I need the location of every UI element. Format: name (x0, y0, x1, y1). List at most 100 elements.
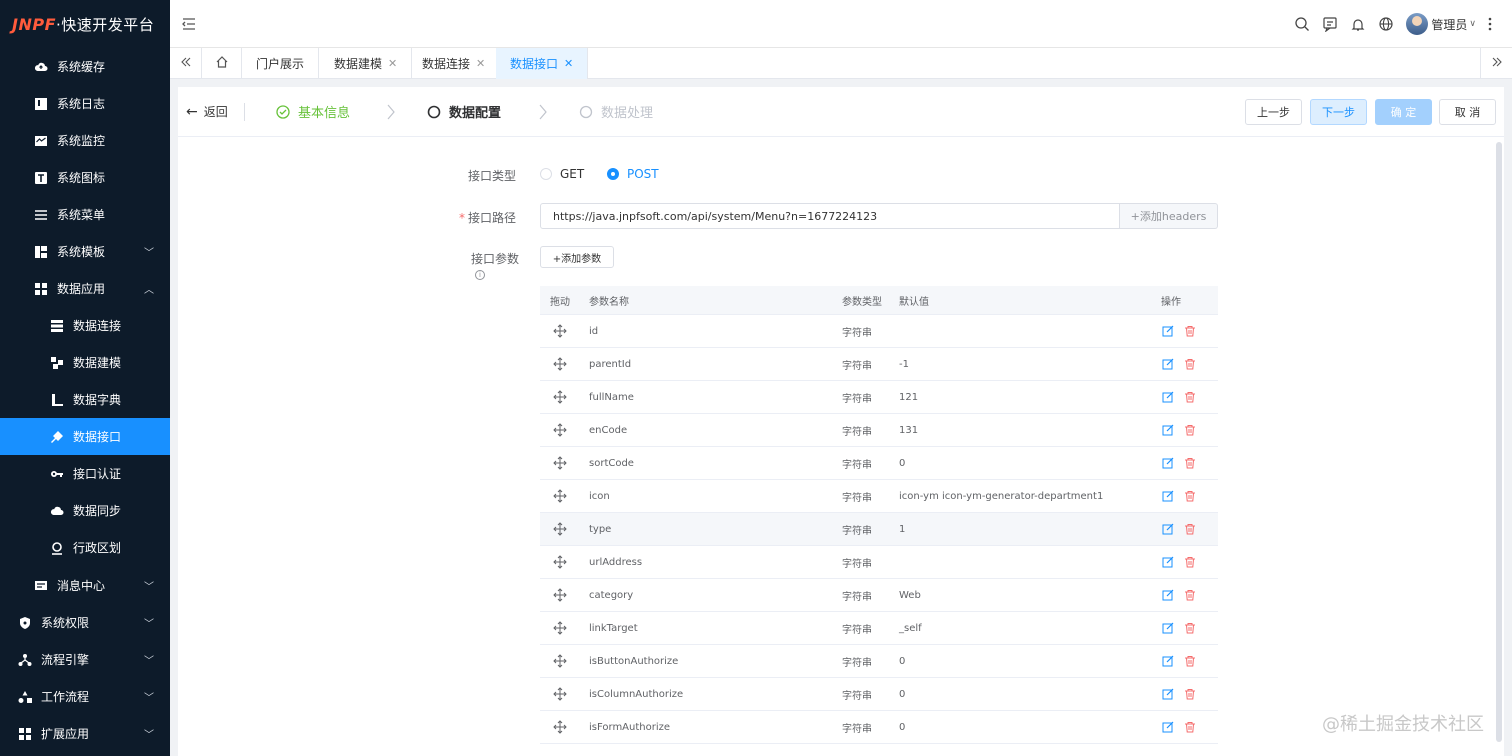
drag-handle-icon[interactable] (540, 390, 580, 404)
sidebar-item-system-template[interactable]: 系统模板 ﹀ (0, 233, 170, 270)
param-default: -1 (899, 358, 909, 370)
drag-handle-icon[interactable] (540, 654, 580, 668)
delete-icon[interactable] (1183, 423, 1197, 437)
back-button[interactable]: ← 返回 (186, 103, 228, 120)
delete-icon[interactable] (1183, 456, 1197, 470)
menu-fold-icon[interactable] (180, 15, 198, 33)
delete-icon[interactable] (1183, 687, 1197, 701)
sidebar-item-interface-auth[interactable]: 接口认证 (0, 455, 170, 492)
delete-icon[interactable] (1183, 555, 1197, 569)
row-actions (1161, 687, 1218, 701)
interface-path-input[interactable]: https://java.jnpfsoft.com/api/system/Men… (540, 203, 1120, 229)
sidebar-item-label: 系统日志 (57, 97, 106, 111)
delete-icon[interactable] (1183, 654, 1197, 668)
tabs-scroll-right-button[interactable] (1480, 48, 1512, 79)
drag-handle-icon[interactable] (540, 489, 580, 503)
tab-home[interactable] (202, 48, 242, 79)
app-logo[interactable]: JNPF ·快速开发平台 (0, 0, 170, 48)
drag-handle-icon[interactable] (540, 720, 580, 734)
edit-icon[interactable] (1161, 390, 1175, 404)
drag-handle-icon[interactable] (540, 687, 580, 701)
edit-icon[interactable] (1161, 687, 1175, 701)
delete-icon[interactable] (1183, 357, 1197, 371)
step-basic-info[interactable]: 基本信息 (276, 102, 350, 121)
sidebar-item-system-menu[interactable]: 系统菜单 (0, 196, 170, 233)
edit-icon[interactable] (1161, 456, 1175, 470)
add-headers-button[interactable]: +添加headers (1120, 203, 1218, 229)
radio-get[interactable]: GET (540, 167, 584, 181)
sidebar-item-system-icons[interactable]: 系统图标 (0, 159, 170, 196)
sidebar-item-flow-engine[interactable]: 流程引擎 ﹀ (0, 641, 170, 678)
step-data-processing[interactable]: 数据处理 (579, 102, 653, 121)
message-icon[interactable] (1316, 0, 1344, 48)
edit-icon[interactable] (1161, 720, 1175, 734)
close-icon[interactable]: ✕ (476, 57, 485, 70)
bell-icon[interactable] (1344, 0, 1372, 48)
sidebar-item-system-monitor[interactable]: 系统监控 (0, 122, 170, 159)
tabs-scroll-left-button[interactable] (170, 48, 202, 79)
sidebar-item-system-permissions[interactable]: 系统权限 ﹀ (0, 604, 170, 641)
sidebar-item-extensions[interactable]: 扩展应用 ﹀ (0, 715, 170, 752)
circle-icon (579, 105, 593, 119)
delete-icon[interactable] (1183, 522, 1197, 536)
chevron-right-icon (538, 103, 548, 121)
edit-icon[interactable] (1161, 324, 1175, 338)
avatar[interactable] (1406, 13, 1429, 35)
edit-icon[interactable] (1161, 654, 1175, 668)
delete-icon[interactable] (1183, 588, 1197, 602)
drag-handle-icon[interactable] (540, 324, 580, 338)
edit-icon[interactable] (1161, 555, 1175, 569)
logo-brand: JNPF (12, 14, 56, 34)
confirm-button[interactable]: 确 定 (1375, 99, 1432, 125)
sidebar-item-message-center[interactable]: 消息中心 ﹀ (0, 567, 170, 604)
sidebar-item-system-log[interactable]: 系统日志 (0, 85, 170, 122)
sidebar-item-label: 扩展应用 (41, 727, 90, 741)
edit-icon[interactable] (1161, 522, 1175, 536)
sidebar-item-data-modeling[interactable]: 数据建模 (0, 344, 170, 381)
cancel-button[interactable]: 取 消 (1439, 99, 1496, 125)
sidebar-item-data-apps[interactable]: 数据应用 ︿ (0, 270, 170, 307)
delete-icon[interactable] (1183, 324, 1197, 338)
delete-icon[interactable] (1183, 720, 1197, 734)
tab-data-interface[interactable]: 数据接口 ✕ (496, 48, 589, 79)
search-icon[interactable] (1288, 0, 1316, 48)
drag-handle-icon[interactable] (540, 621, 580, 635)
drag-handle-icon[interactable] (540, 588, 580, 602)
next-step-button[interactable]: 下一步 (1310, 99, 1367, 125)
prev-step-button[interactable]: 上一步 (1245, 99, 1302, 125)
scrollbar[interactable] (1496, 142, 1502, 742)
chevron-down-icon[interactable]: ∨ (1469, 19, 1476, 29)
more-vertical-icon[interactable] (1476, 0, 1504, 48)
sidebar-item-data-dictionary[interactable]: 数据字典 (0, 381, 170, 418)
sidebar-item-workflow[interactable]: 工作流程 ﹀ (0, 678, 170, 715)
edit-icon[interactable] (1161, 423, 1175, 437)
user-name[interactable]: 管理员 (1431, 16, 1467, 33)
delete-icon[interactable] (1183, 489, 1197, 503)
sidebar-item-data-connection[interactable]: 数据连接 (0, 307, 170, 344)
drag-handle-icon[interactable] (540, 423, 580, 437)
sidebar-item-data-sync[interactable]: 数据同步 (0, 492, 170, 529)
close-icon[interactable]: ✕ (564, 57, 573, 70)
info-icon[interactable]: i (475, 269, 485, 280)
edit-icon[interactable] (1161, 357, 1175, 371)
sidebar-item-data-interface[interactable]: 数据接口 (0, 418, 170, 455)
delete-icon[interactable] (1183, 390, 1197, 404)
drag-handle-icon[interactable] (540, 522, 580, 536)
sidebar-item-system-cache[interactable]: 系统缓存 (0, 48, 170, 85)
drag-handle-icon[interactable] (540, 456, 580, 470)
edit-icon[interactable] (1161, 621, 1175, 635)
sidebar-item-admin-division[interactable]: 行政区划 (0, 529, 170, 566)
drag-handle-icon[interactable] (540, 555, 580, 569)
step-data-config[interactable]: 数据配置 (427, 102, 501, 121)
tab-portal[interactable]: 门户展示 (242, 48, 320, 79)
edit-icon[interactable] (1161, 588, 1175, 602)
delete-icon[interactable] (1183, 621, 1197, 635)
radio-post[interactable]: POST (607, 167, 659, 181)
tab-data-connection[interactable]: 数据连接 ✕ (408, 48, 501, 79)
drag-handle-icon[interactable] (540, 357, 580, 371)
globe-icon[interactable] (1372, 0, 1400, 48)
edit-icon[interactable] (1161, 489, 1175, 503)
close-icon[interactable]: ✕ (388, 57, 397, 70)
add-param-button[interactable]: +添加参数 (540, 246, 614, 268)
tab-data-modeling[interactable]: 数据建模 ✕ (320, 48, 413, 79)
